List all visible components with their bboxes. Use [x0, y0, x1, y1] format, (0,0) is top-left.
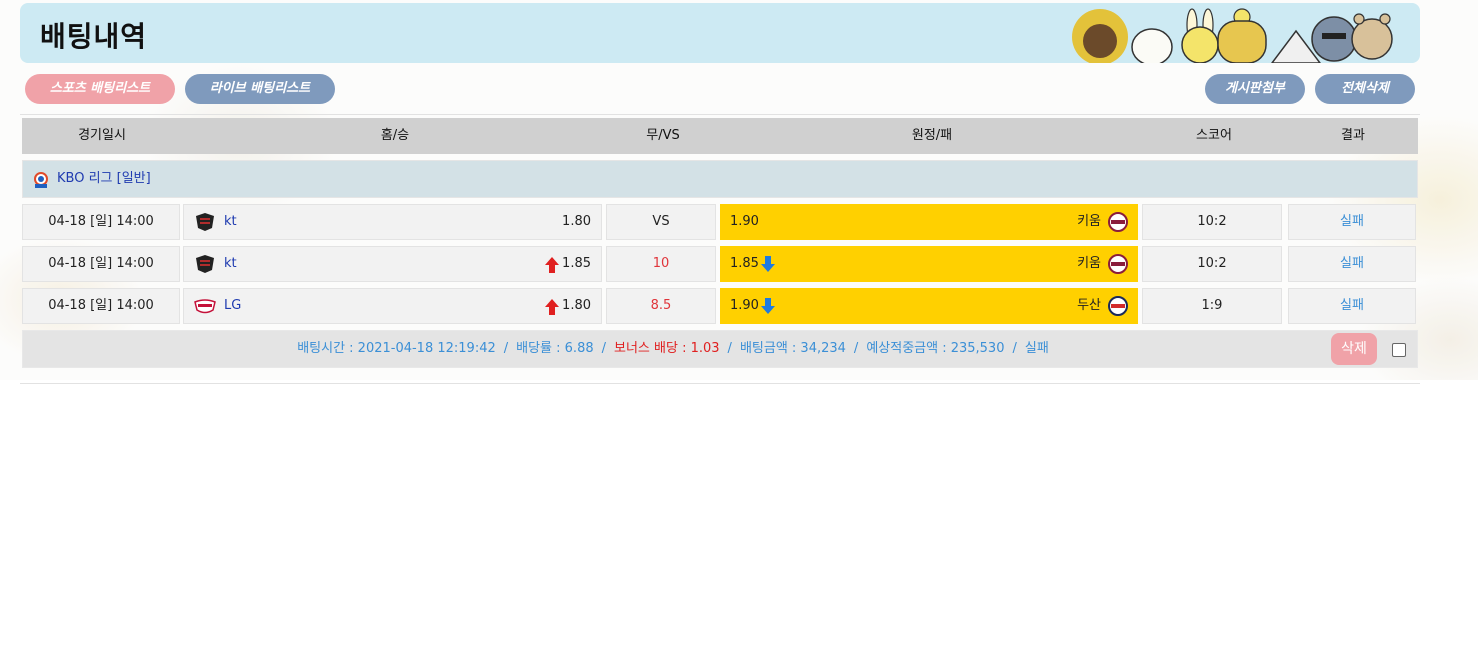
separator: /	[853, 341, 859, 356]
home-team-name: kt	[224, 214, 237, 229]
bet-odds: 배당률 : 6.88	[516, 341, 594, 356]
away-cell-selected[interactable]: 1.90 키움	[720, 204, 1138, 240]
home-odds: 1.85	[562, 256, 591, 271]
bet-time: 배팅시간 : 2021-04-18 12:19:42	[297, 341, 496, 356]
home-cell[interactable]: kt 1.80	[183, 204, 602, 240]
home-team-name: kt	[224, 256, 237, 271]
header-home: 홈/승	[380, 128, 410, 143]
separator: /	[503, 341, 509, 356]
separator: /	[601, 341, 607, 356]
odds-up-arrow-icon	[545, 257, 559, 273]
separator: /	[1012, 341, 1017, 356]
away-odds: 1.85	[730, 256, 759, 271]
header-result: 결과	[1341, 128, 1365, 143]
page-header: 배팅내역	[20, 3, 1420, 63]
bonus-odds: 보너스 배당 : 1.03	[614, 341, 720, 356]
draw-cell[interactable]: 8.5	[606, 288, 716, 324]
delete-all-button[interactable]: 전체삭제	[1315, 74, 1415, 104]
result-cell[interactable]: 실패	[1288, 288, 1416, 324]
header-date: 경기일시	[78, 128, 126, 143]
league-row: KBO 리그 [일반]	[22, 160, 1418, 198]
score-cell: 10:2	[1142, 204, 1282, 240]
kbo-logo-icon	[34, 172, 48, 188]
home-odds: 1.80	[562, 298, 591, 313]
home-cell[interactable]: kt 1.85	[183, 246, 602, 282]
character-illustration-icon	[1072, 8, 1393, 63]
table-header: 경기일시 홈/승 무/VS 원정/패 스코어 결과	[22, 118, 1418, 154]
draw-cell[interactable]: VS	[606, 204, 716, 240]
odds-down-arrow-icon	[761, 256, 775, 272]
tab-sports-bet-list[interactable]: 스포츠 배팅리스트	[25, 74, 175, 104]
bet-status: 실패	[1024, 341, 1049, 356]
board-attach-button[interactable]: 게시판첨부	[1205, 74, 1305, 104]
home-cell[interactable]: LG 1.80	[183, 288, 602, 324]
table-row: 04-18 [일] 14:00 kt 1.80 VS 1.90 키움 10:2 …	[20, 204, 1420, 242]
select-checkbox[interactable]	[1392, 343, 1406, 357]
score-cell: 10:2	[1142, 246, 1282, 282]
table-row: 04-18 [일] 14:00 kt 1.85 10 1.85 키움 10:2 …	[20, 246, 1420, 284]
separator: /	[727, 341, 732, 356]
match-date: 04-18 [일] 14:00	[22, 204, 180, 240]
doosan-logo-icon	[1108, 296, 1128, 316]
away-cell-selected[interactable]: 1.85 키움	[720, 246, 1138, 282]
draw-cell[interactable]: 10	[606, 246, 716, 282]
away-team-name: 키움	[1077, 214, 1101, 229]
match-date: 04-18 [일] 14:00	[22, 288, 180, 324]
away-odds: 1.90	[730, 214, 759, 229]
tab-live-bet-list[interactable]: 라이브 배팅리스트	[185, 74, 335, 104]
away-team-name: 두산	[1077, 298, 1101, 313]
bet-summary-row: 배팅시간 : 2021-04-18 12:19:42 / 배당률 : 6.88 / 보너…	[22, 330, 1418, 368]
lg-twins-logo-icon	[194, 299, 216, 314]
kt-wiz-logo-icon	[196, 213, 214, 231]
kt-wiz-logo-icon	[196, 255, 214, 273]
header-draw: 무/VS	[646, 128, 680, 143]
away-cell-selected[interactable]: 1.90 두산	[720, 288, 1138, 324]
header-away: 원정/패	[911, 128, 953, 143]
kiwoom-logo-icon	[1108, 212, 1128, 232]
kiwoom-logo-icon	[1108, 254, 1128, 274]
odds-down-arrow-icon	[761, 298, 775, 314]
score-cell: 1:9	[1142, 288, 1282, 324]
header-score: 스코어	[1196, 128, 1232, 143]
match-date: 04-18 [일] 14:00	[22, 246, 180, 282]
page-title: 배팅내역	[40, 20, 148, 53]
league-name: KBO 리그 [일반]	[57, 171, 151, 186]
home-team-name: LG	[224, 298, 242, 313]
home-odds: 1.80	[562, 214, 591, 229]
delete-button[interactable]: 삭제	[1331, 333, 1377, 365]
result-cell[interactable]: 실패	[1288, 204, 1416, 240]
expected-win-amount: 예상적중금액 : 235,530	[866, 341, 1005, 356]
odds-up-arrow-icon	[545, 299, 559, 315]
bet-amount: 배팅금액 : 34,234	[739, 341, 846, 356]
result-cell[interactable]: 실패	[1288, 246, 1416, 282]
bet-history-table: 경기일시 홈/승 무/VS 원정/패 스코어 결과 KBO 리그 [일반] 04…	[20, 114, 1420, 384]
away-odds: 1.90	[730, 298, 759, 313]
table-row: 04-18 [일] 14:00 LG 1.80 8.5 1.90 두산 1:9 …	[20, 288, 1420, 326]
bet-summary-text: 배팅시간 : 2021-04-18 12:19:42 / 배당률 : 6.88 / 보너…	[23, 331, 1323, 367]
away-team-name: 키움	[1077, 256, 1101, 271]
